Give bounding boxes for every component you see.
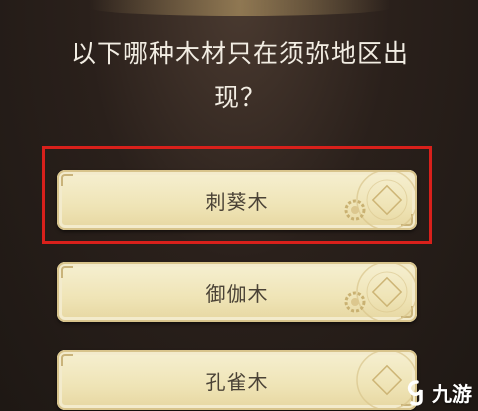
answer-label: 孔雀木 [205,369,269,394]
answer-option-3[interactable]: 孔雀木 [57,350,417,410]
question-line-2: 现？ [213,83,266,112]
question-line-1: 以下哪种木材只在须弥地区出 [70,39,409,68]
watermark-logo: 九游 [406,378,472,407]
top-glow-decoration [90,0,390,16]
answer-label: 御伽木 [205,281,269,306]
selected-answer-highlight [42,146,432,244]
answer-option-2[interactable]: 御伽木 [57,262,417,322]
quiz-question: 以下哪种木材只在须弥地区出 现？ [40,32,440,120]
watermark-text: 九游 [432,382,472,406]
nine-game-logo-icon [407,379,423,406]
